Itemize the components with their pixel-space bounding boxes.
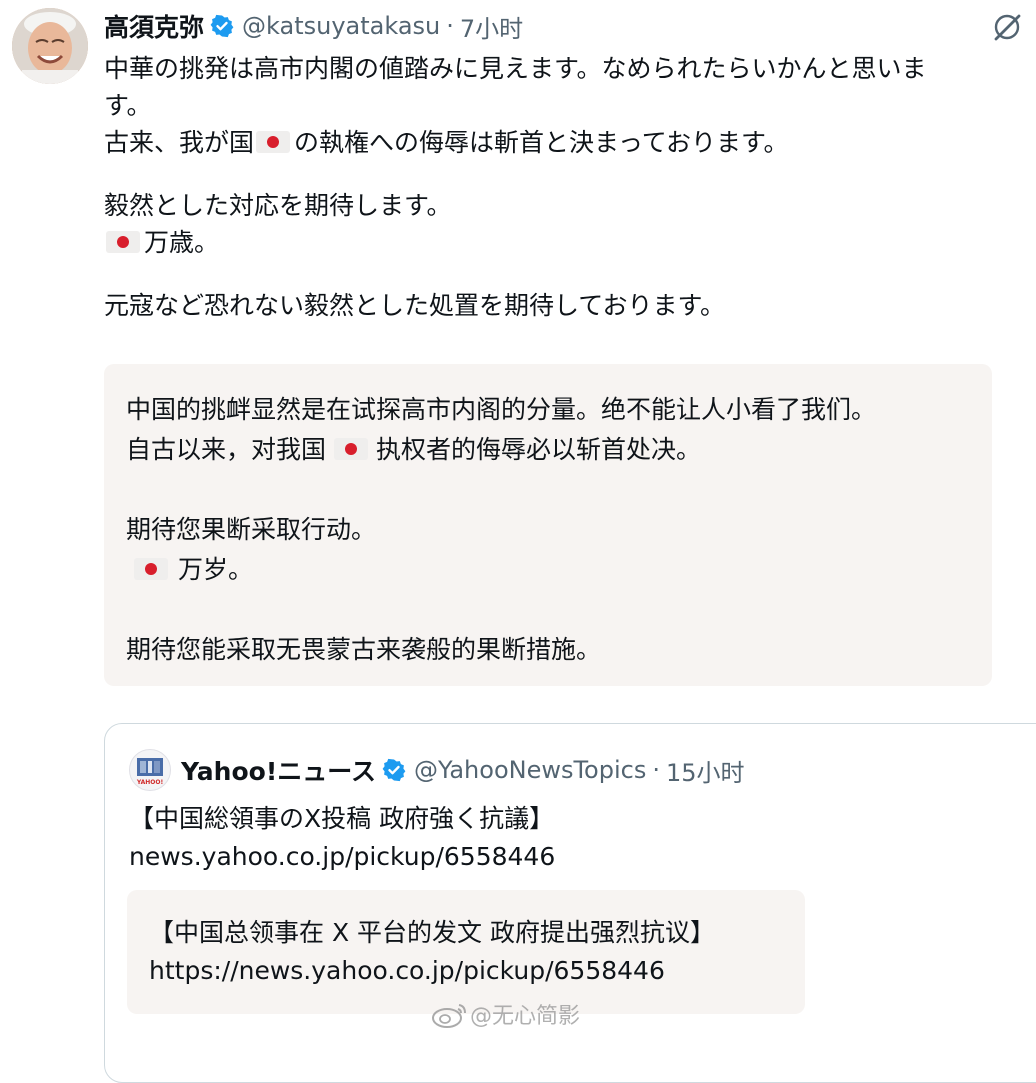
yahoo-news-logo-icon: YAHOO! <box>136 758 163 786</box>
tweet-line-part: 万歳。 <box>144 228 220 257</box>
quoted-tweet-header: YAHOO! Yahoo!ニュース @YahooNewsTopics · 15小… <box>129 748 745 792</box>
quoted-translation-box: 【中国总领事在 X 平台的发文 政府提出强烈抗议】 https://news.y… <box>127 890 805 1014</box>
quoted-tweet-text: 【中国総領事のX投稿 政府強く抗議】 news.yahoo.co.jp/pick… <box>129 800 555 876</box>
separator-dot: · <box>446 12 454 40</box>
grok-icon[interactable] <box>992 12 1022 42</box>
quoted-translation-link[interactable]: https://news.yahoo.co.jp/pickup/6558446 <box>149 952 715 990</box>
translation-line: 中国的挑衅显然是在试探高市内阁的分量。绝不能让人小看了我们。 <box>126 395 877 424</box>
separator-dot: · <box>652 756 660 784</box>
quoted-tweet-link[interactable]: news.yahoo.co.jp/pickup/6558446 <box>129 838 555 876</box>
tweet-header: 高須克弥 @katsuyatakasu · 7小时 <box>104 6 523 46</box>
tweet-timestamp[interactable]: 7小时 <box>460 9 523 44</box>
translation-box: 中国的挑衅显然是在试探高市内阁的分量。绝不能让人小看了我们。 自古以来，对我国 执… <box>104 364 992 686</box>
japan-flag-icon <box>334 438 369 460</box>
quoted-translation-line: 【中国总领事在 X 平台的发文 政府提出强烈抗议】 <box>149 918 715 947</box>
weibo-icon <box>432 1004 466 1028</box>
quoted-avatar-text: YAHOO! <box>136 779 163 786</box>
quoted-tweet-line: 【中国総領事のX投稿 政府強く抗議】 <box>129 804 555 833</box>
author-handle[interactable]: @katsuyatakasu <box>242 12 440 40</box>
quoted-author-handle[interactable]: @YahooNewsTopics <box>414 756 646 784</box>
japan-flag-icon <box>134 558 168 580</box>
translation-line: 期待您能采取无畏蒙古来袭般的果断措施。 <box>126 635 602 664</box>
tweet-line: 古来、我が国 の執権への侮辱は斬首と決まっております。 <box>104 124 1028 161</box>
tweet-line: 万歳。 <box>104 224 1028 261</box>
translation-line: 自古以来，对我国 执权者的侮辱必以斩首处决。 <box>126 430 876 470</box>
tweet-line-part: 古来、我が国 <box>104 128 255 157</box>
quoted-tweet-timestamp[interactable]: 15小时 <box>666 753 745 788</box>
watermark-text: @无心简影 <box>470 1004 581 1029</box>
tweet-line: す。 <box>104 91 152 120</box>
quoted-author-avatar[interactable]: YAHOO! <box>129 749 171 791</box>
japan-flag-icon <box>256 131 291 153</box>
author-avatar[interactable] <box>12 8 88 84</box>
tweet-line-part: の執権への侮辱は斬首と決まっております。 <box>294 128 789 157</box>
author-name[interactable]: 高須克弥 <box>104 8 204 44</box>
verified-badge-icon <box>210 14 234 38</box>
japan-flag-icon <box>106 231 140 253</box>
translation-line: 期待您果断采取行动。 <box>126 515 377 544</box>
verified-badge-icon <box>382 758 406 782</box>
tweet-line: 元寇など恐れない毅然とした処置を期待しております。 <box>104 291 726 320</box>
translation-line-part: 执权者的侮辱必以斩首处决。 <box>376 435 702 464</box>
avatar-portrait <box>12 8 88 84</box>
quoted-author-name[interactable]: Yahoo!ニュース <box>181 752 376 788</box>
watermark: @无心简影 <box>430 998 580 1030</box>
translation-text: 中国的挑衅显然是在试探高市内阁的分量。绝不能让人小看了我们。 自古以来，对我国 执… <box>126 390 876 670</box>
tweet-text: 中華の挑発は高市内閣の値踏みに見えます。なめられたらいかんと思いま す。 古来、… <box>104 50 1028 324</box>
translation-line: 万岁。 <box>126 550 876 590</box>
tweet-line: 毅然とした対応を期待します。 <box>104 191 452 220</box>
translation-line-part: 万岁。 <box>178 555 254 584</box>
tweet-line: 中華の挑発は高市内閣の値踏みに見えます。なめられたらいかんと思いま <box>104 54 927 83</box>
translation-line-part: 自古以来，对我国 <box>126 435 327 464</box>
quoted-translation-text: 【中国总领事在 X 平台的发文 政府提出强烈抗议】 https://news.y… <box>149 914 715 990</box>
